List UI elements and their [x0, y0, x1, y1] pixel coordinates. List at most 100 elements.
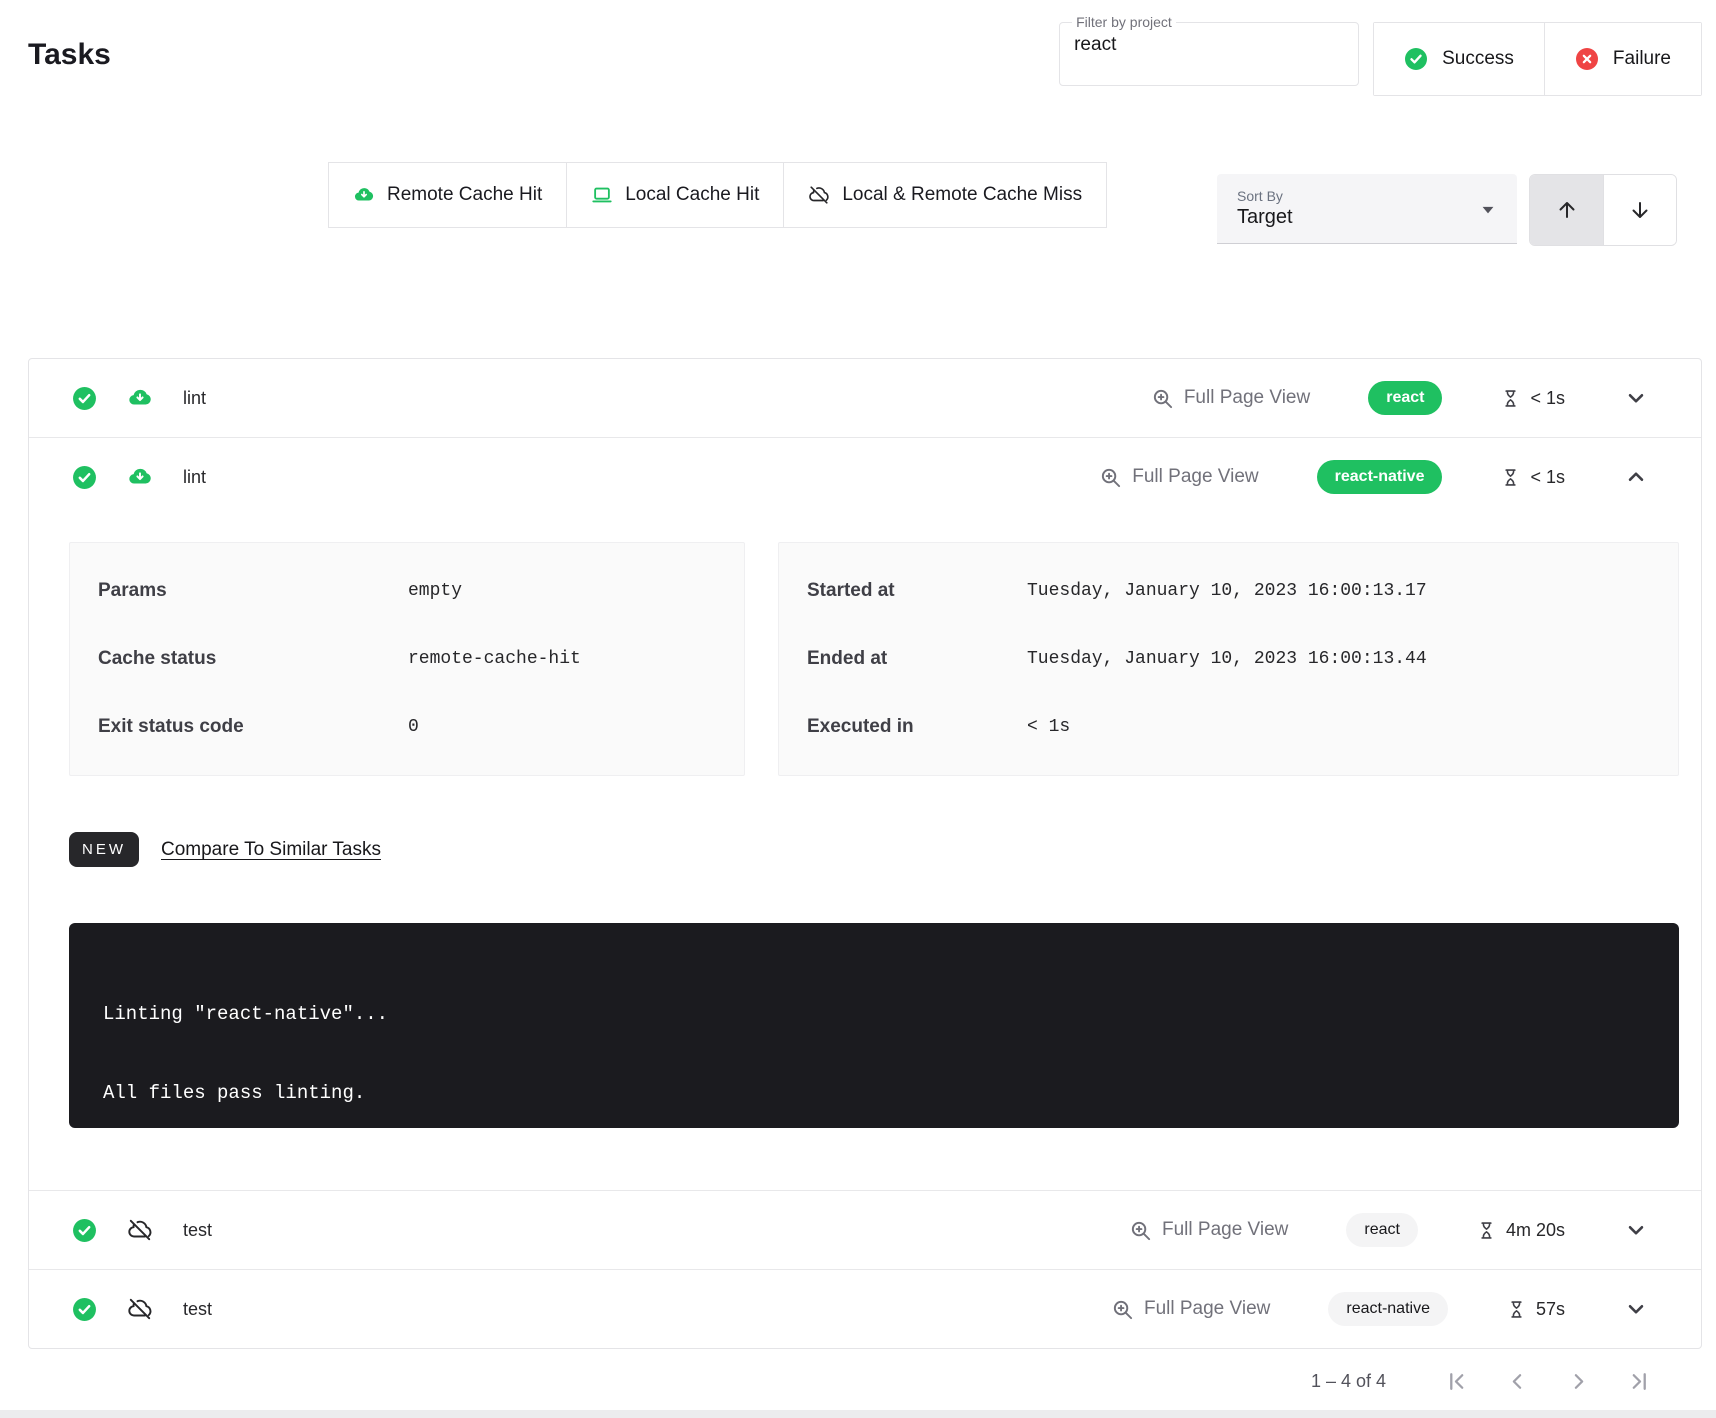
arrow-down-icon [1628, 198, 1652, 222]
cloud-download-icon [353, 184, 375, 206]
task-row-right: Full Page View react < 1s [1151, 381, 1649, 415]
task-duration-label: < 1s [1530, 467, 1565, 488]
params-value: empty [408, 581, 462, 601]
cloud-off-icon [127, 1217, 153, 1243]
zoom-in-icon [1129, 1219, 1152, 1242]
started-at-label: Started at [807, 580, 1027, 602]
terminal-line: All files pass linting. [103, 1082, 1645, 1104]
sort-by-select[interactable]: Sort By Target [1217, 174, 1517, 244]
hourglass-icon [1506, 1299, 1527, 1320]
zoom-in-icon [1151, 387, 1174, 410]
project-filter-input[interactable] [1072, 30, 1346, 64]
previous-page-button[interactable] [1505, 1369, 1530, 1394]
full-page-view-button[interactable]: Full Page View [1111, 1298, 1270, 1321]
new-badge: NEW [69, 832, 139, 867]
arrow-up-icon [1555, 198, 1579, 222]
project-filter-label: Filter by project [1072, 14, 1176, 30]
chevron-down-icon [1623, 385, 1649, 411]
task-row-left: test [72, 1217, 212, 1243]
sort-ascending-button[interactable] [1530, 175, 1603, 245]
success-status-icon [72, 1297, 97, 1322]
sort-by-label: Sort By [1237, 188, 1293, 204]
expand-chevron-button[interactable] [1623, 1296, 1649, 1322]
zoom-in-icon [1099, 466, 1122, 489]
task-row-header[interactable]: test Full Page View react-native 57s [29, 1270, 1701, 1348]
hourglass-icon [1476, 1220, 1497, 1241]
first-page-button[interactable] [1444, 1369, 1469, 1394]
first-page-icon [1444, 1369, 1469, 1394]
task-duration-label: 4m 20s [1506, 1220, 1565, 1241]
project-badge: react [1346, 1213, 1418, 1247]
compare-to-similar-tasks-link[interactable]: Compare To Similar Tasks [161, 839, 381, 861]
task-duration: < 1s [1500, 467, 1565, 488]
task-row-header[interactable]: lint Full Page View react < 1s [29, 359, 1701, 437]
cache-status-row: Cache status remote-cache-hit [98, 625, 716, 693]
detail-panels: Params empty Cache status remote-cache-h… [69, 542, 1679, 776]
compare-row: NEW Compare To Similar Tasks [69, 832, 1679, 867]
last-page-icon [1627, 1369, 1652, 1394]
task-row-header[interactable]: lint Full Page View react-native < 1s [29, 438, 1701, 516]
cloud-download-icon [127, 464, 153, 490]
remote-cache-hit-filter[interactable]: Remote Cache Hit [329, 163, 566, 227]
task-row: test Full Page View react-native 57s [29, 1269, 1701, 1348]
started-at-value: Tuesday, January 10, 2023 16:00:13.17 [1027, 581, 1427, 601]
full-page-view-button[interactable]: Full Page View [1099, 466, 1258, 489]
sort-descending-button[interactable] [1603, 175, 1676, 245]
next-page-button[interactable] [1566, 1369, 1591, 1394]
chevron-left-icon [1505, 1369, 1530, 1394]
pagination-range: 1 – 4 of 4 [1311, 1371, 1386, 1392]
project-badge: react-native [1328, 1292, 1448, 1326]
sort-direction-group [1529, 174, 1677, 246]
exit-code-value: 0 [408, 717, 419, 737]
local-cache-hit-filter[interactable]: Local Cache Hit [566, 163, 783, 227]
expand-chevron-button[interactable] [1623, 1217, 1649, 1243]
hourglass-icon [1500, 467, 1521, 488]
full-page-view-button[interactable]: Full Page View [1151, 387, 1310, 410]
executed-in-row: Executed in < 1s [807, 693, 1650, 761]
expand-chevron-button[interactable] [1623, 385, 1649, 411]
success-icon [1404, 47, 1428, 71]
collapse-chevron-button[interactable] [1623, 464, 1649, 490]
full-page-view-label: Full Page View [1162, 1219, 1288, 1241]
task-duration: < 1s [1500, 388, 1565, 409]
task-duration-label: < 1s [1530, 388, 1565, 409]
task-row-expanded: lint Full Page View react-native < 1s [29, 437, 1701, 1190]
params-panel: Params empty Cache status remote-cache-h… [69, 542, 745, 776]
task-details: Params empty Cache status remote-cache-h… [29, 516, 1701, 1190]
zoom-in-icon [1111, 1298, 1134, 1321]
topbar: Tasks Filter by project Success Failure [0, 0, 1716, 96]
failure-filter-button[interactable]: Failure [1544, 23, 1701, 95]
failure-filter-label: Failure [1613, 48, 1671, 70]
cloud-off-icon [127, 1296, 153, 1322]
full-page-view-label: Full Page View [1184, 387, 1310, 409]
cache-status-label: Cache status [98, 648, 408, 670]
chevron-up-icon [1623, 464, 1649, 490]
task-duration: 4m 20s [1476, 1220, 1565, 1241]
cloud-download-icon [127, 385, 153, 411]
task-row-header[interactable]: test Full Page View react 4m 20s [29, 1191, 1701, 1269]
last-page-button[interactable] [1627, 1369, 1652, 1394]
timing-panel: Started at Tuesday, January 10, 2023 16:… [778, 542, 1679, 776]
task-row-left: lint [72, 385, 206, 411]
status-filter-group: Success Failure [1373, 22, 1702, 96]
task-row-right: Full Page View react-native < 1s [1099, 460, 1649, 494]
success-filter-button[interactable]: Success [1374, 23, 1544, 95]
ended-at-value: Tuesday, January 10, 2023 16:00:13.44 [1027, 649, 1427, 669]
success-status-icon [72, 1218, 97, 1243]
task-name: lint [183, 388, 206, 409]
task-name: lint [183, 467, 206, 488]
success-status-icon [72, 386, 97, 411]
task-duration: 57s [1506, 1299, 1565, 1320]
full-page-view-label: Full Page View [1144, 1298, 1270, 1320]
full-page-view-button[interactable]: Full Page View [1129, 1219, 1288, 1242]
exit-code-label: Exit status code [98, 716, 408, 738]
task-row: test Full Page View react 4m 20s [29, 1190, 1701, 1269]
executed-in-value: < 1s [1027, 717, 1070, 737]
cache-miss-filter[interactable]: Local & Remote Cache Miss [783, 163, 1106, 227]
project-filter-field: Filter by project [1059, 14, 1359, 86]
exit-code-row: Exit status code 0 [98, 693, 716, 761]
task-row-left: test [72, 1296, 212, 1322]
hourglass-icon [1500, 388, 1521, 409]
task-name: test [183, 1299, 212, 1320]
local-cache-hit-label: Local Cache Hit [625, 184, 759, 206]
